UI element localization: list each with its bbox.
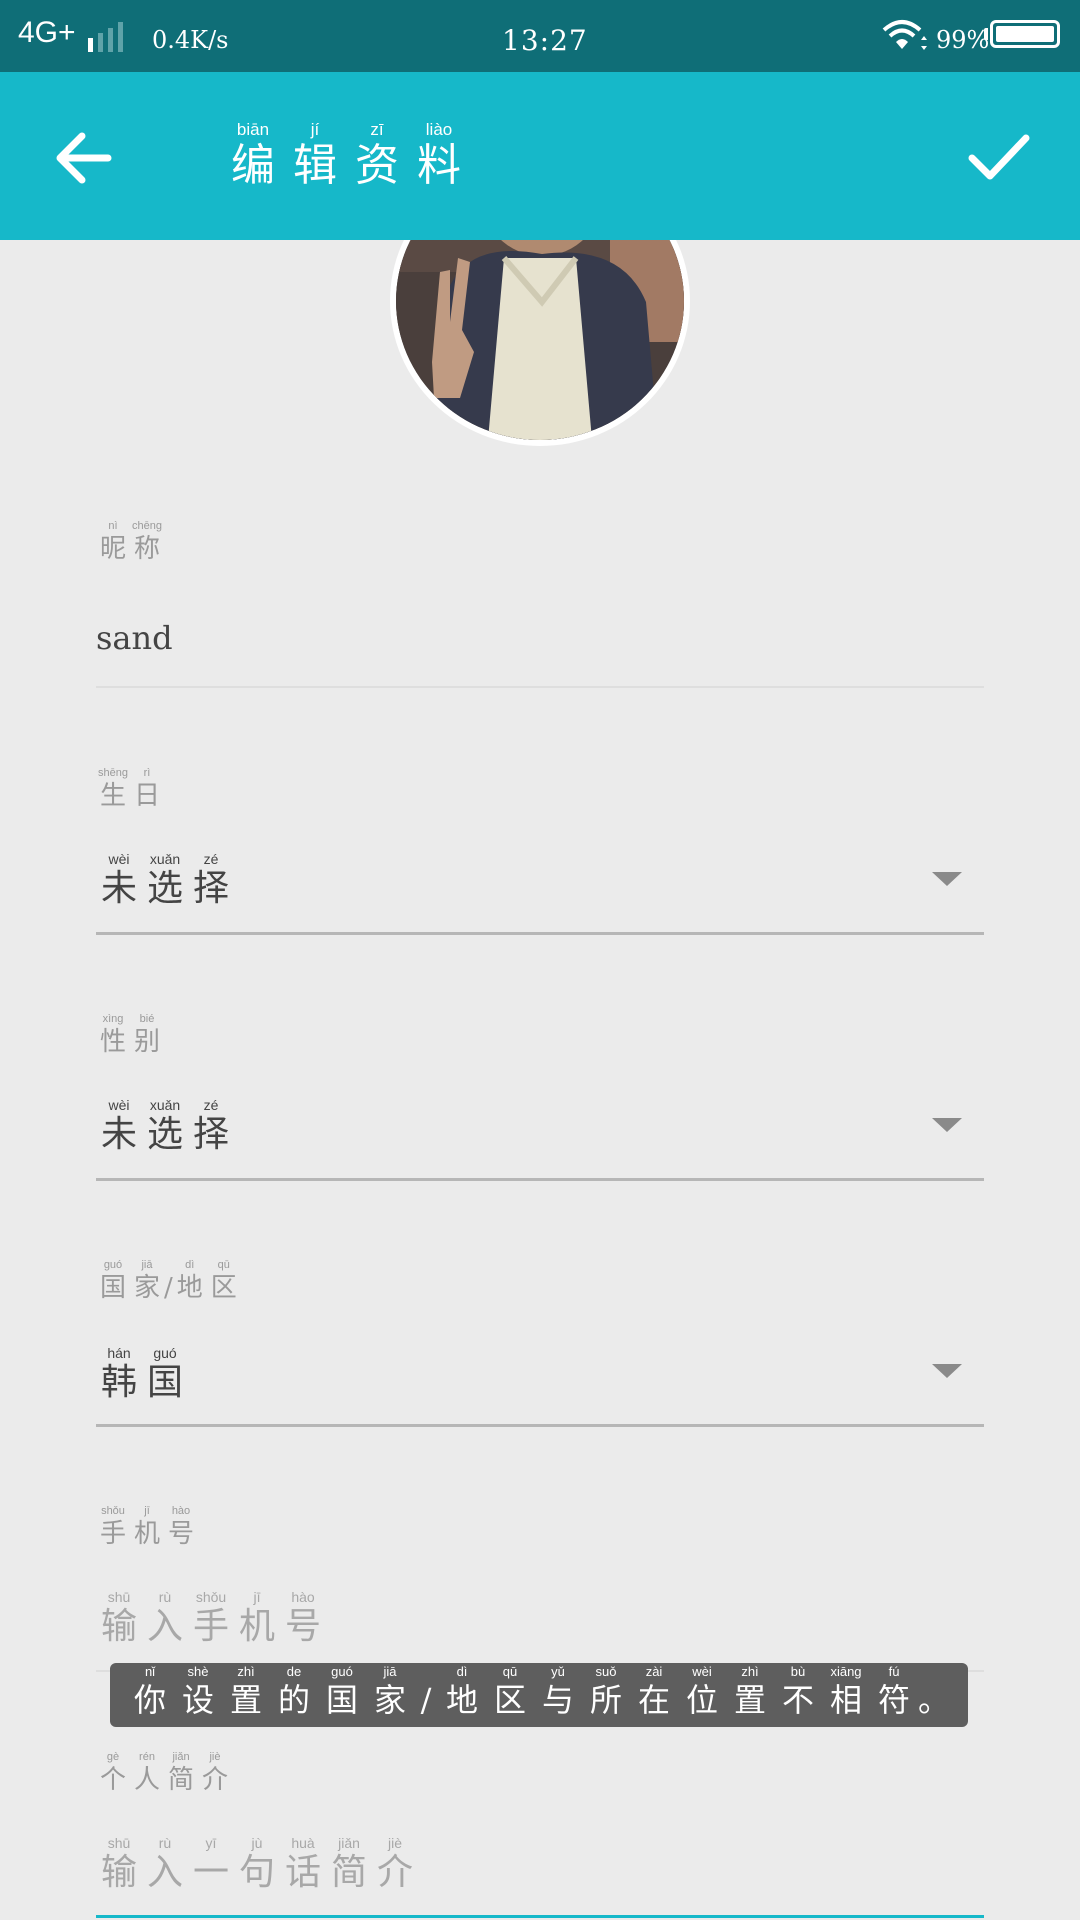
clock: 13:27 <box>502 24 588 57</box>
wifi-icon <box>882 20 927 50</box>
bio-label: gè 个 rén 人 jiǎn 简 jiè 介 <box>99 1751 228 1795</box>
nickname-underline <box>96 686 984 688</box>
phone-field: shǒu 手 jī 机 hào 号 shū 输 rù 入 shǒu 手 jī 机 hào 号 <box>96 1500 984 1675</box>
confirm-button[interactable] <box>966 124 1030 188</box>
birthday-underline <box>96 932 984 935</box>
phone-label: shǒu 手 jī 机 hào 号 <box>99 1505 194 1549</box>
birthday-field: shēng 生 rì 日 wèi 未 xuǎn 选 zé 择 <box>96 762 984 937</box>
birthday-dropdown-icon[interactable] <box>932 872 962 886</box>
battery-tip <box>984 28 988 40</box>
network-speed: 0.4K/s <box>152 26 229 54</box>
checkmark-icon <box>968 134 1030 180</box>
gender-underline <box>96 1178 984 1181</box>
battery-percent: 99% <box>936 26 990 54</box>
nickname-label: nì 昵 chēng 称 <box>99 520 162 564</box>
app-bar: biān 编 jí 辑 zī 资 liào 料 <box>0 72 1080 240</box>
gender-select[interactable]: wèi 未 xuǎn 选 zé 择 <box>96 1096 234 1156</box>
nickname-input[interactable]: sand <box>96 619 173 657</box>
region-dropdown-icon[interactable] <box>932 1364 962 1378</box>
nickname-field: nì 昵 chēng 称 sand <box>96 515 984 690</box>
bio-input[interactable]: shū 输 rù 入 yī 一 jù 句 huà 话 jiǎn 简 jiè 介 <box>96 1834 418 1894</box>
region-label: guó 国 jiā 家 / dì 地 qū 区 <box>99 1259 237 1303</box>
phone-input[interactable]: shū 输 rù 入 shǒu 手 jī 机 hào 号 <box>96 1588 326 1648</box>
gender-dropdown-icon[interactable] <box>932 1118 962 1132</box>
page-title: biān 编 jí 辑 zī 资 liào 料 <box>231 120 461 191</box>
back-button[interactable] <box>52 126 116 190</box>
battery-icon <box>990 20 1060 48</box>
toast-message: nǐ 你 shè 设 zhì 置 de 的 guó 国 jiā 家 / dì 地 qū 区 yǔ 与 suǒ 所 zài… <box>110 1663 968 1727</box>
birthday-select[interactable]: wèi 未 xuǎn 选 zé 择 <box>96 850 234 910</box>
arrow-left-icon <box>56 132 112 184</box>
status-bar: 4G+ 0.4K/s 13:27 99% <box>0 0 1080 72</box>
signal-strength-icon <box>88 22 123 52</box>
bio-underline <box>96 1915 984 1918</box>
gender-label: xìng 性 bié 别 <box>99 1013 160 1057</box>
birthday-label: shēng 生 rì 日 <box>98 767 160 811</box>
region-select[interactable]: hán 韩 guó 国 <box>96 1344 188 1404</box>
region-field: guó 国 jiā 家 / dì 地 qū 区 hán 韩 guó 国 <box>96 1254 984 1429</box>
gender-field: xìng 性 bié 别 wèi 未 xuǎn 选 zé 择 <box>96 1008 984 1183</box>
bio-field: gè 个 rén 人 jiǎn 简 jiè 介 shū 输 rù 入 yī 一 jù 句 huà 话 jiǎn 简 j… <box>96 1746 984 1920</box>
network-type: 4G+ <box>18 16 76 49</box>
region-underline <box>96 1424 984 1427</box>
